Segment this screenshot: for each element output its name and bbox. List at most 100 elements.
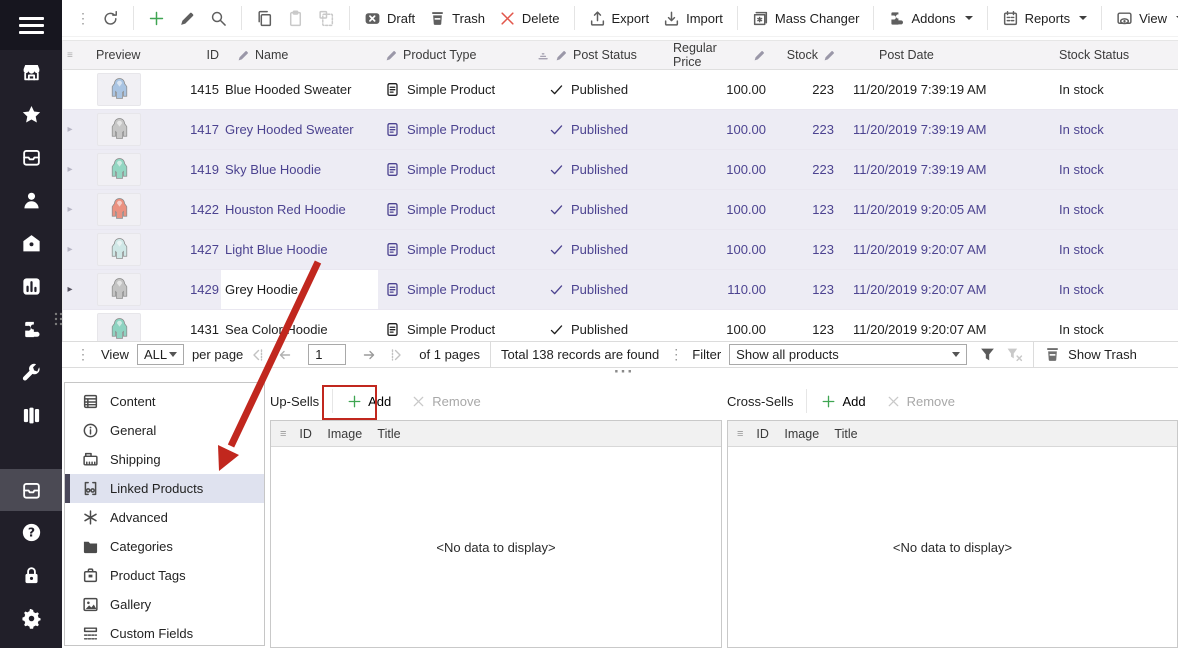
- filter-label: Filter: [692, 347, 721, 362]
- tab-gallery[interactable]: Gallery: [65, 590, 264, 619]
- product-row-1429[interactable]: ▸1429Grey HoodieSimple ProductPublished1…: [63, 270, 1178, 310]
- tab-general[interactable]: General: [65, 416, 264, 445]
- pane-column-header-id[interactable]: ID: [299, 427, 327, 441]
- upsells-empty-message: <No data to display>: [271, 447, 721, 647]
- previous-page-button[interactable]: [276, 347, 294, 363]
- pane-column-header-title[interactable]: Title: [377, 427, 400, 441]
- upsells-add-button[interactable]: Add: [347, 394, 391, 409]
- product-row-1417[interactable]: ▸1417Grey Hooded SweaterSimple ProductPu…: [63, 110, 1178, 150]
- sidebar-item-help[interactable]: ?: [0, 511, 62, 554]
- column-header-type[interactable]: Product Type: [378, 41, 533, 69]
- sidebar-item-products[interactable]: [0, 136, 62, 179]
- column-header-price[interactable]: Regular Price: [673, 41, 778, 69]
- filter-select[interactable]: Show all products: [729, 344, 967, 365]
- row-expand-arrow[interactable]: ▸: [63, 150, 77, 189]
- clear-filter-icon[interactable]: [1006, 346, 1023, 363]
- mass-changer-button[interactable]: Mass Changer: [752, 10, 860, 27]
- sidebar-item-catalog[interactable]: [0, 394, 62, 437]
- cross-sells-add-button[interactable]: Add: [821, 394, 865, 409]
- sidebar-item-orders[interactable]: [0, 222, 62, 265]
- column-header-date[interactable]: Post Date: [848, 41, 1043, 69]
- asterisk-icon: [82, 509, 99, 526]
- drag-grip-icon[interactable]: ⋮: [76, 10, 90, 27]
- tab-custom-fields[interactable]: Custom Fields: [65, 619, 264, 648]
- product-row-1419[interactable]: ▸1419Sky Blue HoodieSimple ProductPublis…: [63, 150, 1178, 190]
- pencil-icon: [385, 49, 398, 62]
- bar-chart-icon: [21, 276, 42, 297]
- column-header-label: ID: [207, 48, 220, 62]
- first-page-button[interactable]: [248, 347, 266, 363]
- add-button[interactable]: [148, 10, 165, 27]
- pane-column-header-title[interactable]: Title: [834, 427, 857, 441]
- tab-shipping[interactable]: Shipping: [65, 445, 264, 474]
- export-button[interactable]: Export: [589, 10, 650, 27]
- tab-product-tags[interactable]: Product Tags: [65, 561, 264, 590]
- sidebar-item-favorites[interactable]: [0, 93, 62, 136]
- sidebar-item-settings[interactable]: [0, 597, 62, 640]
- sidebar-item-security[interactable]: [0, 554, 62, 597]
- tab-label: General: [110, 423, 156, 438]
- sidebar-item-tools[interactable]: [0, 351, 62, 394]
- sidebar-item-linked-section[interactable]: [0, 469, 62, 511]
- pane-column-header-image[interactable]: Image: [784, 427, 834, 441]
- cross-sells-remove-button[interactable]: Remove: [886, 394, 955, 409]
- name-cell-editing[interactable]: Grey Hoodie: [221, 270, 378, 309]
- row-expand-arrow[interactable]: ▸: [63, 270, 77, 309]
- copy-special-icon: [318, 10, 335, 27]
- delete-button[interactable]: Delete: [499, 10, 560, 27]
- page-size-select[interactable]: ALL: [137, 344, 184, 365]
- product-row-1427[interactable]: ▸1427Light Blue HoodieSimple ProductPubl…: [63, 230, 1178, 270]
- show-trash-label[interactable]: Show Trash: [1068, 347, 1137, 362]
- chevron-down-icon: [1079, 16, 1087, 20]
- pane-splitter-handle[interactable]: ···: [614, 362, 634, 382]
- column-header-id[interactable]: ID: [163, 41, 221, 69]
- drag-grip-icon[interactable]: ⋮: [76, 346, 90, 363]
- reports-label: Reports: [1025, 11, 1071, 26]
- trash-button[interactable]: Trash: [429, 10, 485, 27]
- column-header-preview[interactable]: Preview: [77, 41, 163, 69]
- sidebar-menu-button[interactable]: [0, 0, 62, 50]
- post-status-cell: Published: [533, 190, 673, 229]
- sidebar-splitter-handle[interactable]: [53, 311, 64, 330]
- tab-categories[interactable]: Categories: [65, 532, 264, 561]
- row-expand-arrow[interactable]: ▸: [63, 230, 77, 269]
- reports-button[interactable]: Reports: [1002, 10, 1088, 27]
- draft-button[interactable]: Draft: [364, 10, 415, 27]
- sidebar-item-store[interactable]: [0, 50, 62, 93]
- tab-content[interactable]: Content: [65, 387, 264, 416]
- content-icon: [82, 393, 99, 410]
- import-button[interactable]: Import: [663, 10, 723, 27]
- copy-button[interactable]: [256, 10, 273, 27]
- pane-column-header-image[interactable]: Image: [327, 427, 377, 441]
- sidebar-item-statistics[interactable]: [0, 265, 62, 308]
- tab-advanced[interactable]: Advanced: [65, 503, 264, 532]
- product-type-label: Simple Product: [407, 162, 495, 177]
- next-page-button[interactable]: [360, 347, 378, 363]
- check-icon: [549, 82, 564, 97]
- column-header-status[interactable]: Post Status: [533, 41, 673, 69]
- row-expand-arrow[interactable]: ▸: [63, 190, 77, 229]
- upsells-remove-button[interactable]: Remove: [411, 394, 480, 409]
- product-row-1422[interactable]: ▸1422Houston Red HoodieSimple ProductPub…: [63, 190, 1178, 230]
- search-button[interactable]: [210, 10, 227, 27]
- post-date-cell: 11/20/2019 9:20:07 AM: [848, 230, 1043, 269]
- view-button[interactable]: View: [1116, 10, 1178, 27]
- last-page-button[interactable]: [388, 347, 406, 363]
- add-icon: [148, 10, 165, 27]
- edit-button[interactable]: [179, 10, 196, 27]
- pane-column-header-id[interactable]: ID: [756, 427, 784, 441]
- row-expand-arrow[interactable]: ▸: [63, 110, 77, 149]
- chevron-down-icon: [965, 16, 973, 20]
- column-header-stock[interactable]: Stock: [778, 41, 848, 69]
- tab-linked-products[interactable]: Linked Products: [65, 474, 264, 503]
- column-header-name[interactable]: Name: [221, 41, 378, 69]
- show-trash-icon[interactable]: [1044, 346, 1061, 363]
- apply-filter-icon[interactable]: [979, 346, 996, 363]
- refresh-button[interactable]: [102, 10, 119, 27]
- page-number-input[interactable]: 1: [308, 344, 346, 365]
- drag-grip-icon[interactable]: ⋮: [669, 346, 683, 363]
- product-row-1415[interactable]: 1415Blue Hooded SweaterSimple ProductPub…: [63, 70, 1178, 110]
- sidebar-item-customers[interactable]: [0, 179, 62, 222]
- column-header-stock_status[interactable]: Stock Status: [1043, 41, 1178, 69]
- addons-button[interactable]: Addons: [888, 10, 972, 27]
